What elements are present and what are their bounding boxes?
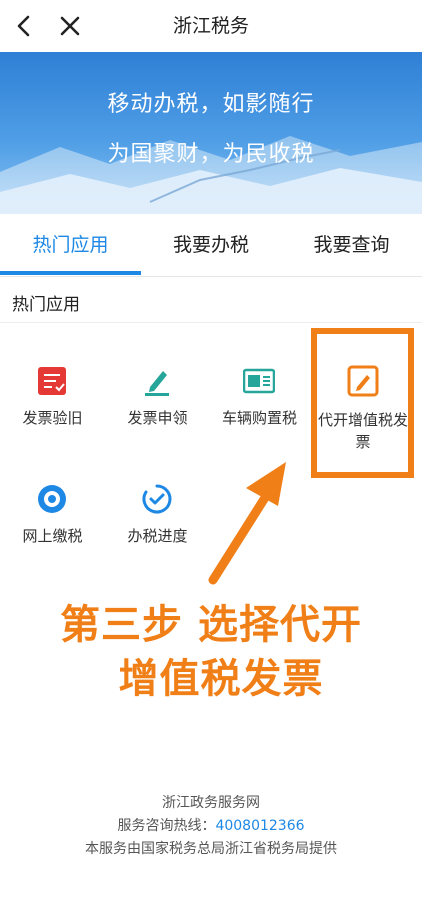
hotline-label: 服务咨询热线： [117,818,216,834]
annotation-text-2: 增值税发票 [118,656,324,702]
footer-site-name: 浙江政务服务网 [162,795,260,811]
footer-hotline: 服务咨询热线：4008012366 [0,815,422,835]
annotation-text-1: 第三步 选择代开 [60,602,362,648]
annotation-arrow [208,462,286,585]
hotline-number[interactable]: 4008012366 [215,818,304,834]
footer-provider: 本服务由国家税务总局浙江省税务局提供 [85,841,337,857]
